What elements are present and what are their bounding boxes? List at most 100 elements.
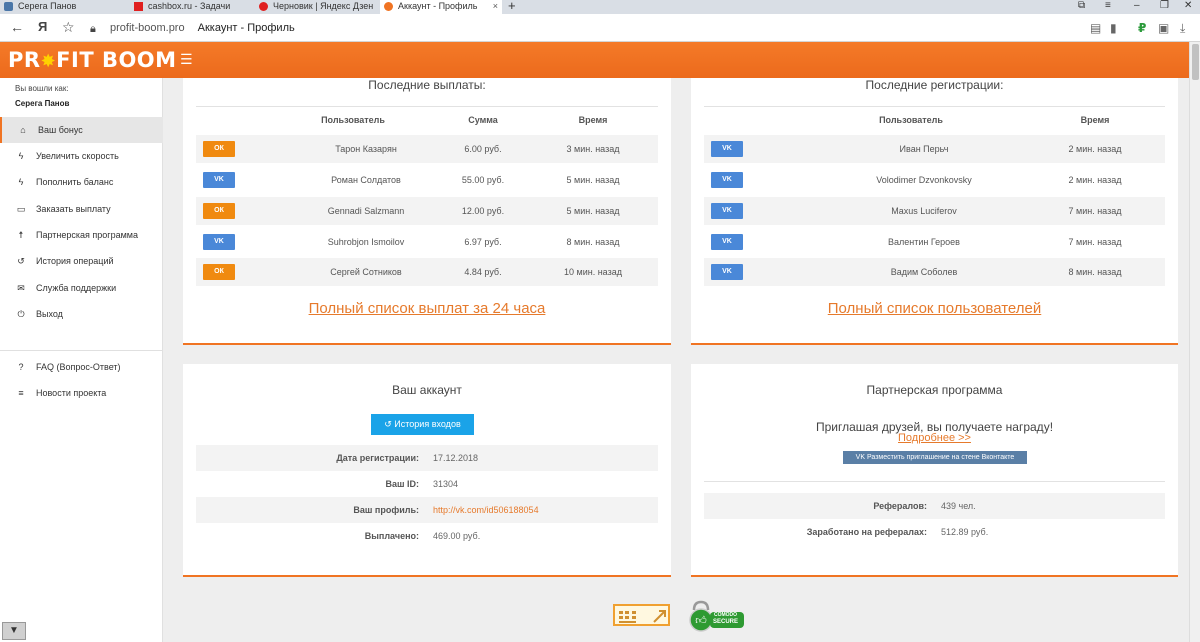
payout-time: 3 мин. назад xyxy=(566,144,620,154)
page-scrollbar[interactable] xyxy=(1189,42,1200,642)
browser-tab[interactable]: Черновик | Яндекс Дзен xyxy=(255,0,375,14)
tab-title: Черновик | Яндекс Дзен xyxy=(273,1,374,11)
divider xyxy=(704,481,1165,482)
sidebar-item-topup[interactable]: ϟ Пополнить баланс xyxy=(0,169,163,195)
login-history-button[interactable]: ↺ История входов xyxy=(371,414,474,435)
profile-link[interactable]: http://vk.com/id506188054 xyxy=(433,497,539,523)
menu-icon[interactable]: ≡ xyxy=(1105,0,1111,12)
col-header-user: Пользователь xyxy=(879,115,943,125)
info-row: Дата регистрации: 17.12.2018 xyxy=(196,445,658,471)
table-row: VK Валентин Героев 7 мин. назад xyxy=(704,228,1165,256)
tab-title: Аккаунт - Профиль xyxy=(398,1,478,11)
full-users-link[interactable]: Полный список пользователей xyxy=(691,300,1178,317)
reader-icon[interactable]: ▤ xyxy=(1090,21,1101,35)
hamburger-menu-icon[interactable]: ☰ xyxy=(180,51,193,68)
sidebar-item-label: Ваш бонус xyxy=(38,125,83,135)
table-row: ОК Gennadi Salzmann 12.00 руб. 5 мин. на… xyxy=(196,197,658,225)
payout-time: 5 мин. назад xyxy=(566,175,620,185)
payeer-badge-icon[interactable] xyxy=(613,604,670,626)
more-info-link[interactable]: Подробнее >> xyxy=(691,432,1178,444)
site-header: PR✸FIT BOOM ☰ xyxy=(0,42,1200,78)
reg-time: 7 мин. назад xyxy=(1068,206,1122,216)
yandex-icon[interactable]: Я xyxy=(38,20,47,34)
table-row: VK Suhrobjon Ismoilov 6.97 руб. 8 мин. н… xyxy=(196,228,658,256)
vk-badge: VK xyxy=(711,234,743,250)
question-icon: ? xyxy=(18,362,24,372)
info-row: Ваш профиль: http://vk.com/id506188054 xyxy=(196,497,658,523)
reg-user: Валентин Героев xyxy=(888,237,960,247)
sidebar-item-support[interactable]: ✉ Служба поддержки xyxy=(0,275,163,301)
ruble-extension-icon[interactable]: ₽ xyxy=(1138,21,1146,35)
partner-title: Партнерская программа xyxy=(866,383,1003,397)
vk-icon xyxy=(4,2,13,11)
history-icon: ↺ xyxy=(17,256,25,266)
star-icon[interactable]: ☆ xyxy=(62,20,75,34)
info-row: Рефералов: 439 чел. xyxy=(704,493,1165,519)
info-row: Ваш ID: 31304 xyxy=(196,471,658,497)
close-tab-icon[interactable]: × xyxy=(493,0,498,12)
account-card: Ваш аккаунт ↺ История входов Дата регист… xyxy=(183,364,671,577)
sidebar-item-faq[interactable]: ? FAQ (Вопрос-Ответ) xyxy=(0,354,163,380)
sidebar-item-history[interactable]: ↺ История операций xyxy=(0,248,163,274)
vk-badge: VK xyxy=(203,234,235,250)
tabs-icon[interactable]: ⧉ xyxy=(1078,0,1085,12)
vk-share-button[interactable]: VK Разместить приглашение на стене Вконт… xyxy=(843,451,1027,464)
new-tab-button[interactable]: + xyxy=(508,0,516,12)
payouts-card: Последние выплаты: Пользователь Сумма Вр… xyxy=(183,78,671,345)
browser-tab[interactable]: Серега Панов xyxy=(0,0,120,14)
user-name: Серега Панов xyxy=(15,99,70,108)
zen-icon xyxy=(259,2,268,11)
scrollbar-thumb[interactable] xyxy=(1192,44,1199,80)
home-icon: ⌂ xyxy=(20,125,26,135)
payout-sum: 4.84 руб. xyxy=(464,267,502,277)
sidebar-item-payout[interactable]: ▭ Заказать выплату xyxy=(0,196,163,222)
close-window-icon[interactable]: ✕ xyxy=(1184,0,1192,12)
browser-tab-active[interactable]: Аккаунт - Профиль × xyxy=(380,0,502,14)
url-field[interactable]: profit-boom.pro Аккаунт - Профиль xyxy=(110,22,295,34)
ok-badge: ОК xyxy=(203,203,235,219)
vk-badge: VK xyxy=(711,264,743,280)
sidebar-item-bonus[interactable]: ⌂ Ваш бонус xyxy=(0,117,163,143)
sidebar-item-label: Заказать выплату xyxy=(36,204,111,214)
sidebar-item-partner[interactable]: ☨ Партнерская программа xyxy=(0,222,163,248)
browser-tab[interactable]: cashbox.ru - Задачи xyxy=(130,0,245,14)
back-icon[interactable]: ← xyxy=(10,20,24,34)
table-row: ОК Сергей Сотников 4.84 руб. 10 мин. наз… xyxy=(196,258,658,286)
collapse-down-icon[interactable]: ▼ xyxy=(2,622,26,640)
play-icon xyxy=(134,2,143,11)
sidebar-divider xyxy=(0,350,163,351)
info-label: Дата регистрации: xyxy=(336,453,419,463)
reg-time: 7 мин. назад xyxy=(1068,237,1122,247)
site-favicon-icon xyxy=(384,2,393,11)
tab-title: cashbox.ru - Задачи xyxy=(148,1,231,11)
lock-icon: 🔒︎ xyxy=(90,23,96,35)
info-row: Заработано на рефералах: 512.89 руб. xyxy=(704,519,1165,545)
logo-text: PR xyxy=(8,48,41,72)
referral-earnings: 512.89 руб. xyxy=(941,527,989,537)
sidebar-item-speed[interactable]: ϟ Увеличить скорость xyxy=(0,143,163,169)
comodo-secure-badge[interactable]: 👍︎ COMODO SECURE xyxy=(686,600,746,632)
sidebar-item-label: Партнерская программа xyxy=(36,230,138,240)
minimize-icon[interactable]: – xyxy=(1134,0,1140,12)
payout-sum: 6.97 руб. xyxy=(464,237,502,247)
info-label: Ваш ID: xyxy=(385,479,419,489)
profit-boom-logo[interactable]: PR✸FIT BOOM xyxy=(8,48,177,72)
payout-user: Роман Солдатов xyxy=(331,175,401,185)
registration-date: 17.12.2018 xyxy=(433,453,479,463)
sidebar-item-logout[interactable]: ⏻ Выход xyxy=(0,301,163,327)
payout-sum: 12.00 руб. xyxy=(461,206,505,216)
sidebar-item-label: Новости проекта xyxy=(36,388,107,398)
full-payouts-link[interactable]: Полный список выплат за 24 часа xyxy=(183,300,671,317)
extension-icon[interactable]: ▣ xyxy=(1158,21,1169,35)
download-icon[interactable]: ⤓ xyxy=(1180,21,1185,36)
sidebar-item-news[interactable]: ≡ Новости проекта xyxy=(0,380,163,406)
ok-badge: ОК xyxy=(203,264,235,280)
user-id: 31304 xyxy=(433,479,459,489)
table-row: ОК Тарон Казарян 6.00 руб. 3 мин. назад xyxy=(196,135,658,163)
bookmark-icon[interactable]: ▮ xyxy=(1110,21,1117,35)
reg-user: Volodimer Dzvonkovsky xyxy=(876,175,972,185)
info-label: Ваш профиль: xyxy=(353,505,419,515)
restore-icon[interactable]: ❐ xyxy=(1160,0,1169,12)
table-row: VK Volodimer Dzvonkovsky 2 мин. назад xyxy=(704,166,1165,194)
referrals-count: 439 чел. xyxy=(941,501,976,511)
